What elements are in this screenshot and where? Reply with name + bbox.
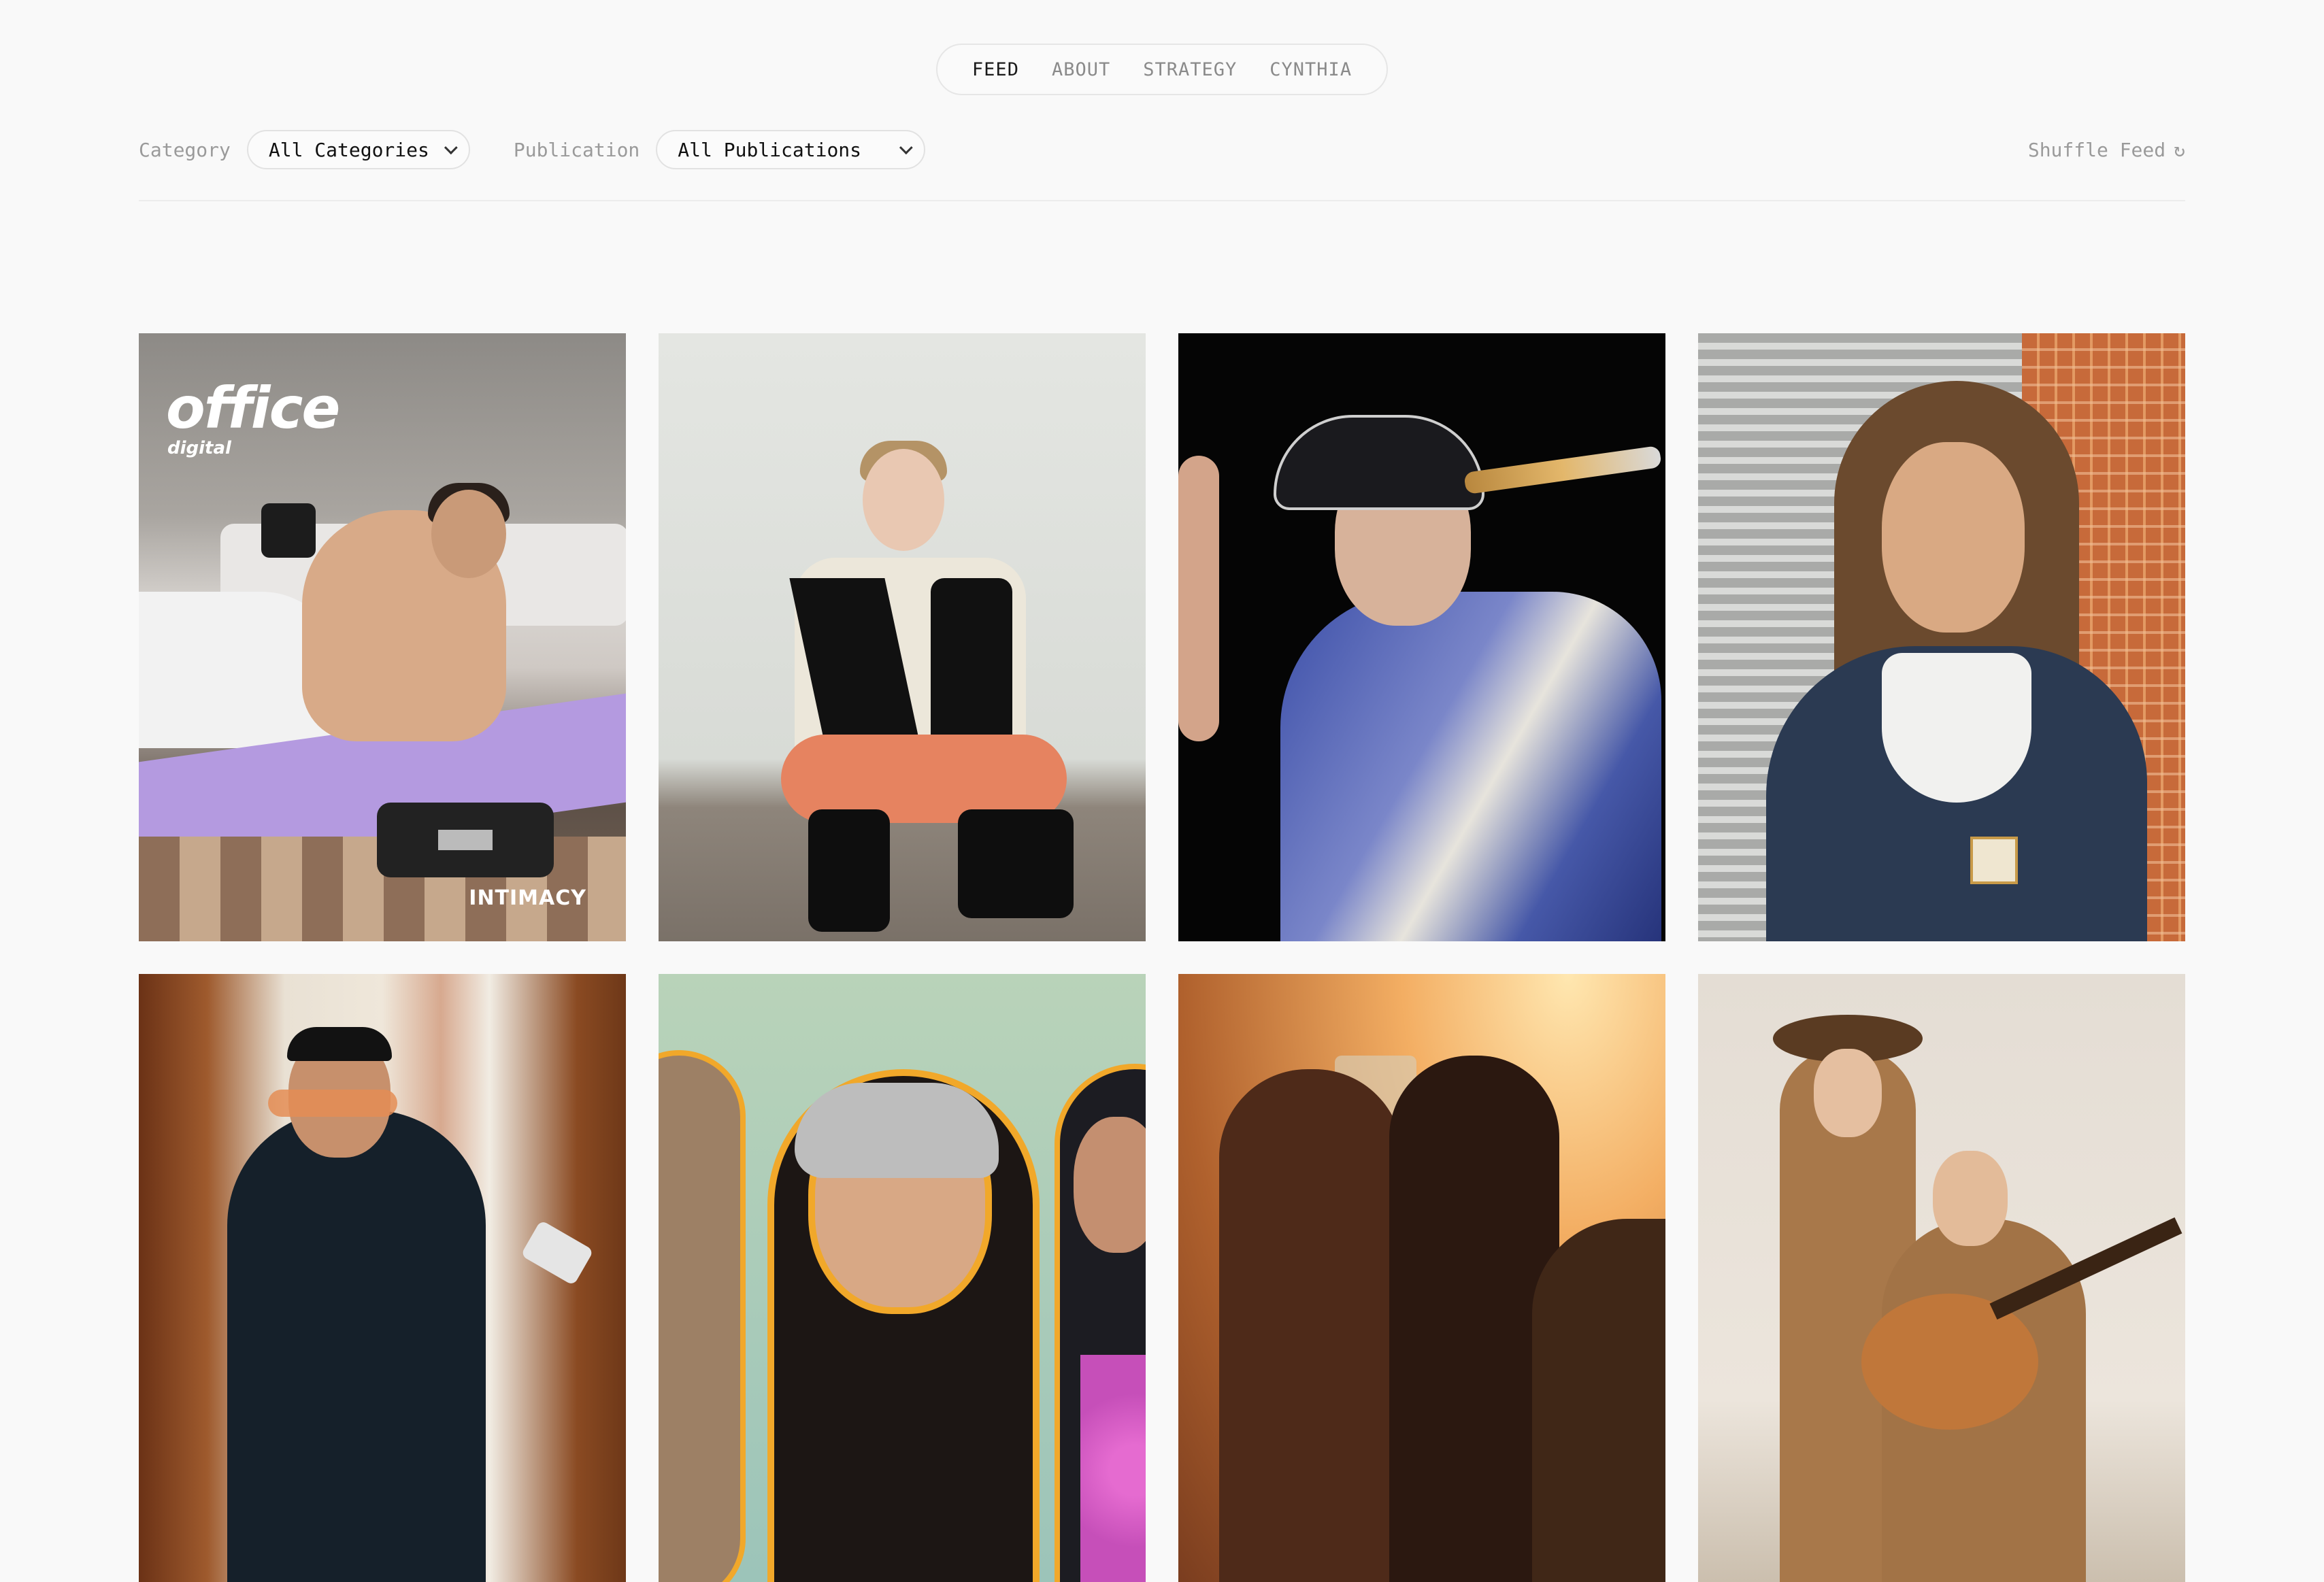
feed-card[interactable] bbox=[659, 333, 1146, 941]
filter-bar: Category All Categories Publication All … bbox=[139, 129, 2185, 170]
nav-feed[interactable]: FEED bbox=[972, 59, 1019, 80]
publication-select[interactable]: All Publications bbox=[656, 130, 926, 169]
publication-select-value: All Publications bbox=[678, 138, 862, 161]
top-nav: FEED ABOUT STRATEGY CYNTHIA bbox=[936, 44, 1388, 95]
feed-card[interactable] bbox=[1178, 974, 1665, 1582]
feed-card[interactable]: office digital INTIMACY bbox=[139, 333, 626, 941]
category-label: Category bbox=[139, 138, 231, 161]
nav-strategy[interactable]: STRATEGY bbox=[1143, 59, 1237, 80]
feed-card[interactable] bbox=[1698, 333, 2185, 941]
divider bbox=[139, 200, 2185, 201]
chevron-down-icon bbox=[444, 141, 458, 155]
shuffle-feed-button[interactable]: Shuffle Feed ↻ bbox=[2028, 139, 2185, 161]
publication-logo: office bbox=[166, 375, 340, 441]
refresh-icon: ↻ bbox=[2174, 138, 2185, 161]
card-tag: INTIMACY bbox=[469, 886, 586, 910]
feed-card[interactable] bbox=[1178, 333, 1665, 941]
feed-card[interactable] bbox=[1698, 974, 2185, 1582]
chevron-down-icon bbox=[899, 141, 914, 155]
feed-card[interactable] bbox=[139, 974, 626, 1582]
category-select[interactable]: All Categories bbox=[246, 130, 470, 169]
category-select-value: All Categories bbox=[268, 138, 429, 161]
publication-label: Publication bbox=[513, 138, 640, 161]
feed-grid: office digital INTIMACY bbox=[139, 333, 2185, 1582]
publication-logo-sub: digital bbox=[167, 438, 231, 458]
shuffle-feed-label: Shuffle Feed bbox=[2027, 138, 2166, 161]
nav-cynthia[interactable]: CYNTHIA bbox=[1269, 59, 1352, 80]
nav-about[interactable]: ABOUT bbox=[1052, 59, 1110, 80]
feed-card[interactable] bbox=[659, 974, 1146, 1582]
